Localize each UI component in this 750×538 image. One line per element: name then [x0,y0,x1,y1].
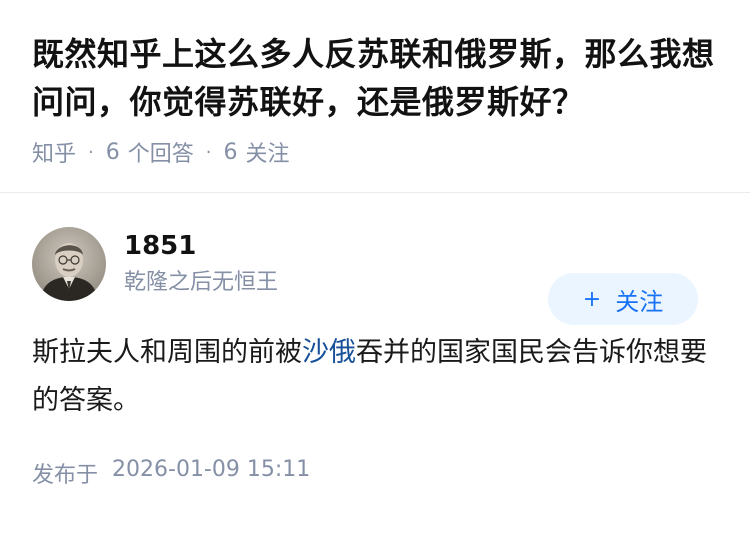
publish-time: 2026-01-09 15:11 [112,457,311,482]
publish-label: 发布于 [32,463,99,488]
follow-button[interactable]: + 关注 [548,273,698,325]
question-meta: 知乎 · 6 个回答 · 6 关注 [32,136,718,168]
source-label[interactable]: 知乎 [32,136,76,168]
author-bio: 乾隆之后无恒王 [124,270,279,295]
author-name[interactable]: 1851 [124,229,278,263]
question-title[interactable]: 既然知乎上这么多人反苏联和俄罗斯，那么我想问问，你觉得苏联好，还是俄罗斯好？ [32,30,718,126]
author-info: 1851 乾隆之后无恒王 [124,229,278,299]
follow-count-label[interactable]: 关注 [246,136,290,168]
publish-info: 发布于 2026-01-09 15:11 [32,457,718,489]
question-header: 既然知乎上这么多人反苏联和俄罗斯，那么我想问问，你觉得苏联好，还是俄罗斯好？ 知… [0,0,750,168]
content-text: 斯拉夫人和周围的前被 [32,337,302,368]
meta-separator: · [88,141,94,163]
answer-card: 1851 乾隆之后无恒王 + 关注 斯拉夫人和周围的前被沙俄吞并的国家国民会告诉… [0,227,750,489]
follow-count: 6 [223,139,238,165]
avatar[interactable] [32,227,106,301]
meta-separator: · [205,141,212,163]
answer-count-label[interactable]: 个回答 [128,136,194,168]
follow-button-label: 关注 [615,287,664,316]
answer-count: 6 [105,139,120,165]
plus-icon: + [582,286,602,312]
divider [0,192,750,193]
content-link[interactable]: 沙俄 [302,337,356,368]
avatar-portrait-icon [32,227,106,301]
answer-content: 斯拉夫人和周围的前被沙俄吞并的国家国民会告诉你想要的答案。 [32,329,712,425]
